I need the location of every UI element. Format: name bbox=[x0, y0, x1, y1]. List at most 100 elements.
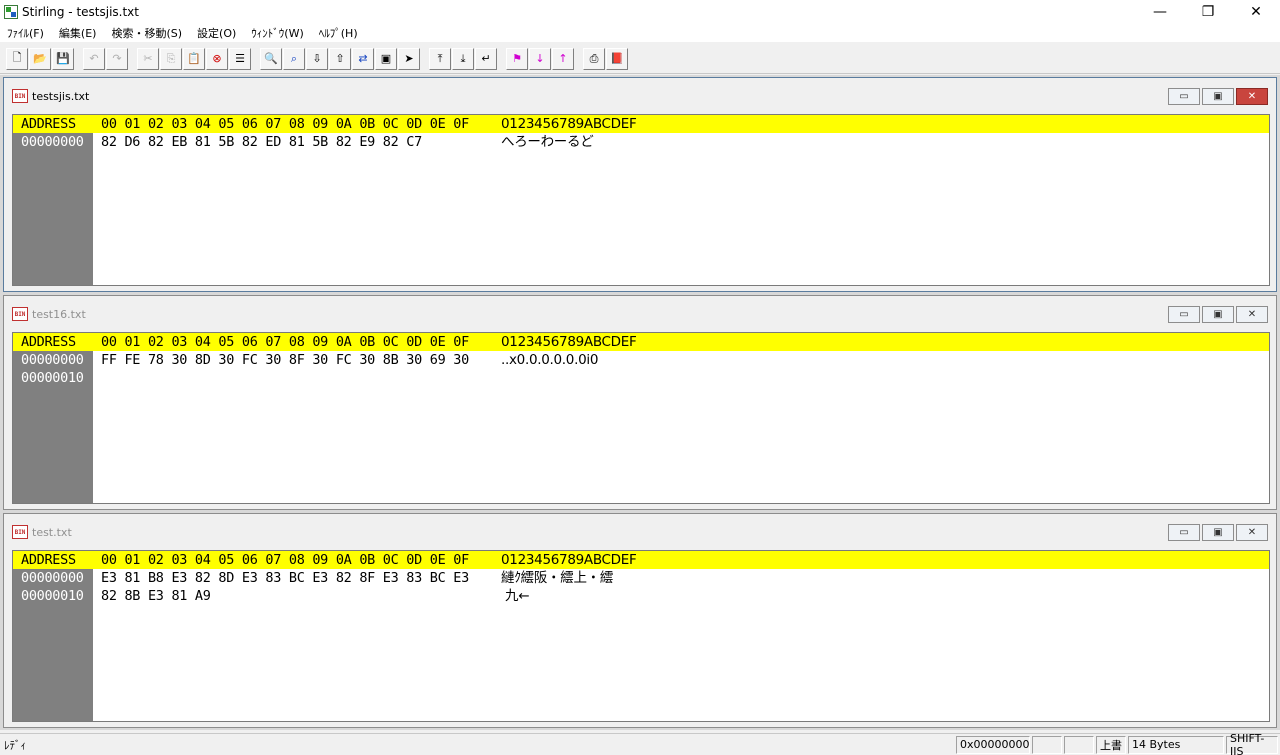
document-maximize-button[interactable]: ▣ bbox=[1202, 524, 1234, 541]
document-minimize-button[interactable]: ▭ bbox=[1168, 524, 1200, 541]
status-pane bbox=[1032, 735, 1062, 754]
status-pane bbox=[1064, 735, 1094, 754]
row-text[interactable]: 縺ｸ繧阪・繧上・繧 bbox=[501, 569, 613, 587]
address-header: ADDRESS bbox=[21, 334, 76, 350]
menu-help[interactable]: ﾍﾙﾌﾟ(H) bbox=[312, 25, 366, 41]
document-title: test.txt bbox=[32, 525, 72, 539]
menu-window[interactable]: ｳｨﾝﾄﾞｳ(W) bbox=[244, 25, 311, 41]
hex-row[interactable]: 00000000 FF FE 78 30 8D 30 FC 30 8F 30 F… bbox=[13, 351, 1269, 369]
close-button[interactable]: ✕ bbox=[1232, 0, 1280, 24]
restore-button[interactable]: ❐ bbox=[1184, 0, 1232, 24]
address-header: ADDRESS bbox=[21, 116, 76, 132]
hex-row[interactable]: 00000010 bbox=[13, 369, 1269, 387]
menu-file[interactable]: ﾌｧｲﾙ(F) bbox=[0, 25, 52, 41]
page-up-icon[interactable]: ⤒ bbox=[429, 47, 451, 70]
menu-search[interactable]: 検索・移動(S) bbox=[104, 25, 190, 41]
text-header: 0123456789ABCDEF bbox=[501, 116, 637, 132]
title-bar[interactable]: Stirling - testsjis.txt — ❐ ✕ bbox=[0, 0, 1280, 24]
document-close-button[interactable]: ✕ bbox=[1236, 306, 1268, 323]
hex-header: ADDRESS 00 01 02 03 04 05 06 07 08 09 0A… bbox=[13, 333, 1269, 351]
paste-icon[interactable]: 📋 bbox=[183, 47, 205, 70]
document-title-bar[interactable]: BIN test.txt ▭ ▣ ✕ bbox=[4, 514, 1276, 550]
find-hex-icon[interactable]: ⌕ bbox=[283, 47, 305, 70]
status-encoding: SHIFT-JIS bbox=[1226, 732, 1278, 755]
find-next-icon[interactable]: ⇩ bbox=[306, 47, 328, 70]
page-down-icon[interactable]: ⤓ bbox=[452, 47, 474, 70]
row-hex[interactable]: 82 D6 82 EB 81 5B 82 ED 81 5B 82 E9 82 C… bbox=[101, 133, 422, 151]
document-icon: BIN bbox=[12, 525, 28, 539]
document-minimize-button[interactable]: ▭ bbox=[1168, 88, 1200, 105]
mark-prev-icon[interactable]: ↑ bbox=[552, 47, 574, 70]
undo-icon[interactable]: ↶ bbox=[83, 47, 105, 70]
jump-icon[interactable]: ➤ bbox=[398, 47, 420, 70]
hex-header: ADDRESS 00 01 02 03 04 05 06 07 08 09 0A… bbox=[13, 115, 1269, 133]
app-window: Stirling - testsjis.txt — ❐ ✕ ﾌｧｲﾙ(F) 編集… bbox=[0, 0, 1280, 755]
document-controls: ▭ ▣ ✕ bbox=[1166, 524, 1268, 541]
hex-view[interactable]: ADDRESS 00 01 02 03 04 05 06 07 08 09 0A… bbox=[12, 332, 1270, 504]
row-hex[interactable]: FF FE 78 30 8D 30 FC 30 8F 30 FC 30 8B 3… bbox=[101, 351, 469, 369]
mdi-area: BIN testsjis.txt ▭ ▣ ✕ ADDRESS 00 01 02 … bbox=[0, 75, 1280, 730]
menu-bar: ﾌｧｲﾙ(F) 編集(E) 検索・移動(S) 設定(O) ｳｨﾝﾄﾞｳ(W) ﾍ… bbox=[0, 24, 1280, 42]
document-title-bar[interactable]: BIN testsjis.txt ▭ ▣ ✕ bbox=[4, 78, 1276, 114]
help-book-icon[interactable]: 📕 bbox=[606, 47, 628, 70]
document-window-test[interactable]: BIN test.txt ▭ ▣ ✕ ADDRESS 00 01 02 03 0… bbox=[3, 513, 1277, 728]
find-prev-icon[interactable]: ⇧ bbox=[329, 47, 351, 70]
document-controls: ▭ ▣ ✕ bbox=[1166, 306, 1268, 323]
document-minimize-button[interactable]: ▭ bbox=[1168, 306, 1200, 323]
status-message: ﾚﾃﾞｨ bbox=[4, 738, 26, 752]
cut-icon[interactable]: ✂ bbox=[137, 47, 159, 70]
hex-view[interactable]: ADDRESS 00 01 02 03 04 05 06 07 08 09 0A… bbox=[12, 550, 1270, 722]
delete-icon[interactable]: ⊗ bbox=[206, 47, 228, 70]
document-maximize-button[interactable]: ▣ bbox=[1202, 306, 1234, 323]
column-header: 00 01 02 03 04 05 06 07 08 09 0A 0B 0C 0… bbox=[101, 552, 469, 568]
row-hex[interactable]: E3 81 B8 E3 82 8D E3 83 BC E3 82 8F E3 8… bbox=[101, 569, 469, 587]
compare-icon[interactable]: ▣ bbox=[375, 47, 397, 70]
column-header: 00 01 02 03 04 05 06 07 08 09 0A 0B 0C 0… bbox=[101, 334, 469, 350]
hex-row[interactable]: 00000010 82 8B E3 81 A9 九← bbox=[13, 587, 1269, 605]
hex-row[interactable]: 00000000 82 D6 82 EB 81 5B 82 ED 81 5B 8… bbox=[13, 133, 1269, 151]
minimize-button[interactable]: — bbox=[1136, 0, 1184, 24]
status-bar: ﾚﾃﾞｨ 0x00000000 上書 14 Bytes SHIFT-JIS bbox=[0, 732, 1280, 755]
status-address: 0x00000000 bbox=[956, 735, 1030, 754]
open-folder-icon[interactable]: 📂 bbox=[29, 47, 51, 70]
status-mode: 上書 bbox=[1096, 735, 1126, 754]
replace-icon[interactable]: ⇄ bbox=[352, 47, 374, 70]
window-title: Stirling - testsjis.txt bbox=[22, 5, 139, 19]
menu-edit[interactable]: 編集(E) bbox=[52, 25, 105, 41]
row-address: 00000010 bbox=[21, 370, 84, 386]
page-return-icon[interactable]: ↵ bbox=[475, 47, 497, 70]
row-hex[interactable]: 82 8B E3 81 A9 bbox=[101, 587, 211, 605]
app-icon bbox=[4, 5, 18, 19]
row-text[interactable]: 九← bbox=[501, 587, 530, 605]
mark-icon[interactable]: ⚑ bbox=[506, 47, 528, 70]
row-text[interactable]: ..x0.0.0.0.0.0i0 bbox=[501, 351, 598, 369]
mark-next-icon[interactable]: ↓ bbox=[529, 47, 551, 70]
row-address: 00000000 bbox=[21, 352, 84, 368]
document-close-button[interactable]: ✕ bbox=[1236, 88, 1268, 105]
print-icon[interactable]: ⎙ bbox=[583, 47, 605, 70]
hex-header: ADDRESS 00 01 02 03 04 05 06 07 08 09 0A… bbox=[13, 551, 1269, 569]
hex-row[interactable]: 00000000 E3 81 B8 E3 82 8D E3 83 BC E3 8… bbox=[13, 569, 1269, 587]
document-title-bar[interactable]: BIN test16.txt ▭ ▣ ✕ bbox=[4, 296, 1276, 332]
find-icon[interactable]: 🔍 bbox=[260, 47, 282, 70]
row-text[interactable]: へろーわーるど bbox=[501, 133, 594, 151]
row-address: 00000010 bbox=[21, 588, 84, 604]
document-maximize-button[interactable]: ▣ bbox=[1202, 88, 1234, 105]
new-file-icon[interactable]: 🗋 bbox=[6, 47, 28, 70]
document-window-test16[interactable]: BIN test16.txt ▭ ▣ ✕ ADDRESS 00 01 02 03… bbox=[3, 295, 1277, 510]
list-icon[interactable]: ☰ bbox=[229, 47, 251, 70]
document-window-testsjis[interactable]: BIN testsjis.txt ▭ ▣ ✕ ADDRESS 00 01 02 … bbox=[3, 77, 1277, 292]
redo-icon[interactable]: ↷ bbox=[106, 47, 128, 70]
copy-icon[interactable]: ⎘ bbox=[160, 47, 182, 70]
row-address: 00000000 bbox=[21, 570, 84, 586]
save-icon[interactable]: 💾 bbox=[52, 47, 74, 70]
document-icon: BIN bbox=[12, 89, 28, 103]
document-title: test16.txt bbox=[32, 307, 86, 321]
window-controls: — ❐ ✕ bbox=[1136, 0, 1280, 24]
menu-settings[interactable]: 設定(O) bbox=[190, 25, 244, 41]
hex-view[interactable]: ADDRESS 00 01 02 03 04 05 06 07 08 09 0A… bbox=[12, 114, 1270, 286]
address-header: ADDRESS bbox=[21, 552, 76, 568]
document-close-button[interactable]: ✕ bbox=[1236, 524, 1268, 541]
row-address: 00000000 bbox=[21, 134, 84, 150]
document-icon: BIN bbox=[12, 307, 28, 321]
